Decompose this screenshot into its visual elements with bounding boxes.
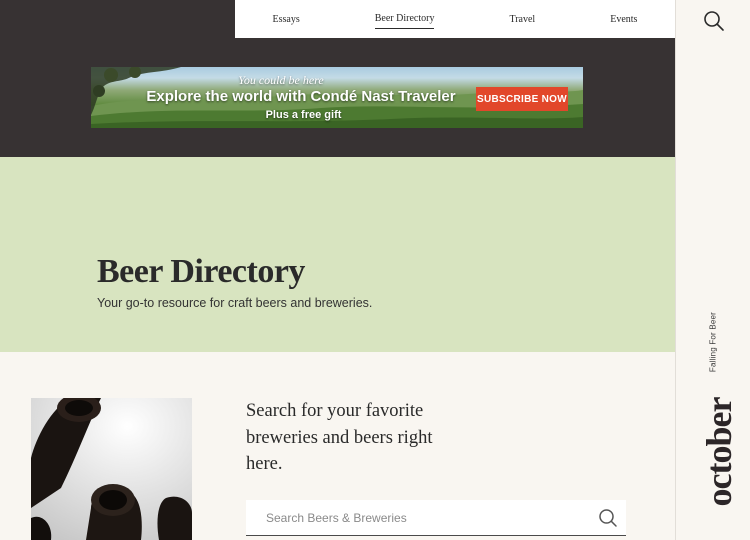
sidebar-tagline: Falling For Beer [708, 311, 718, 373]
right-sidebar: Falling For Beer october [675, 0, 750, 540]
beer-bottles-image [31, 398, 192, 540]
nav-item-essays[interactable]: Essays [273, 10, 300, 29]
search-icon[interactable] [590, 500, 626, 536]
beer-search-input[interactable] [246, 500, 590, 535]
nav-item-events[interactable]: Events [610, 10, 637, 29]
ad-headline: Explore the world with Condé Nast Travel… [146, 88, 456, 105]
ad-banner[interactable]: You could be here Explore the world with… [91, 67, 583, 128]
hero-section: Beer Directory Your go-to resource for c… [0, 157, 675, 352]
beer-search-box [246, 500, 626, 536]
top-nav: Essays Beer Directory Travel Events [235, 0, 675, 38]
directory-intro-text: Search for your favorite breweries and b… [246, 401, 433, 474]
october-logo[interactable]: october [699, 398, 739, 507]
ad-tagline: You could be here [238, 73, 324, 87]
ad-gift-text: Plus a free gift [265, 109, 342, 121]
nav-item-beer-directory[interactable]: Beer Directory [374, 9, 435, 29]
page-title: Beer Directory [97, 253, 305, 290]
page-subtitle: Your go-to resource for craft beers and … [97, 296, 373, 310]
search-icon[interactable] [703, 10, 725, 32]
nav-item-travel[interactable]: Travel [509, 10, 535, 29]
subscribe-now-button[interactable]: SUBSCRIBE NOW [476, 87, 568, 111]
